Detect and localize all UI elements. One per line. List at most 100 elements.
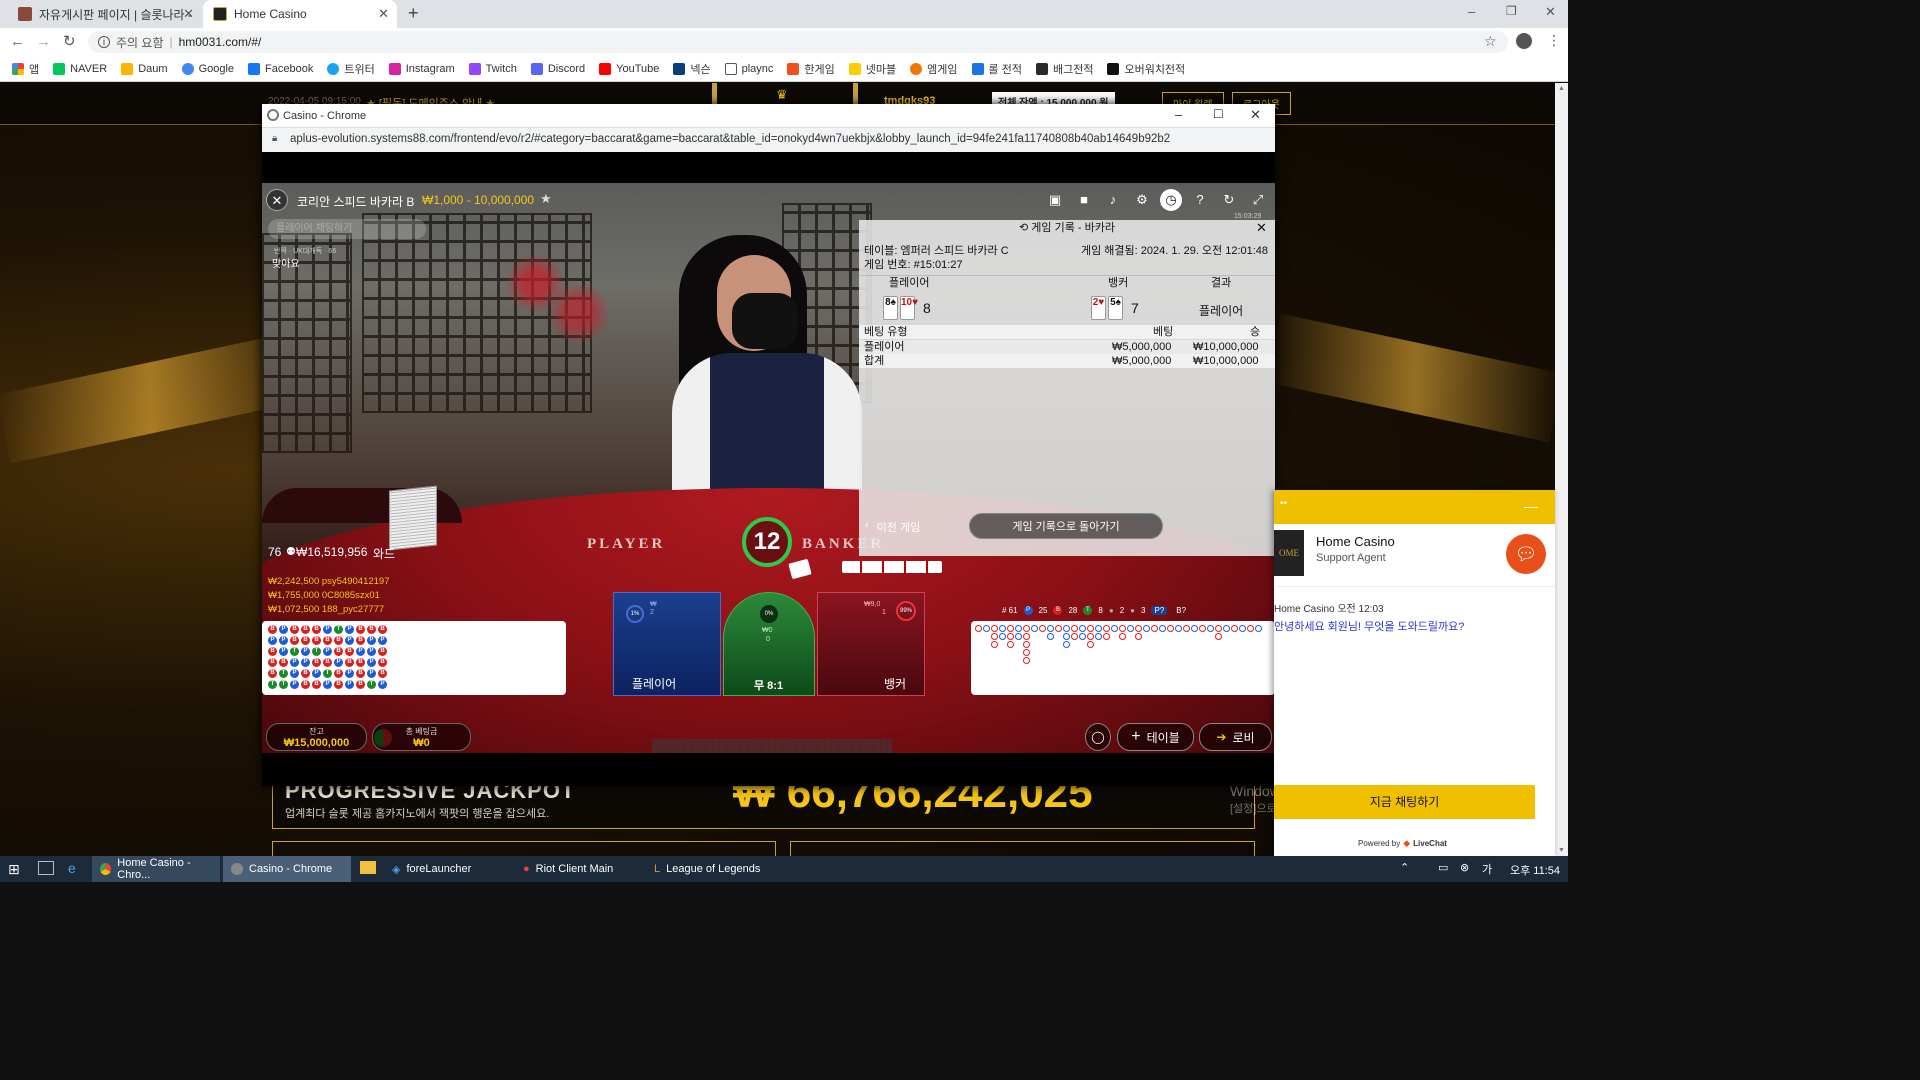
file-explorer-icon[interactable] [360, 861, 376, 874]
internet-explorer-icon[interactable]: e [68, 860, 76, 876]
start-chat-button[interactable]: 지금 채팅하기 [1274, 785, 1535, 819]
big-road-cell [1111, 625, 1118, 632]
bead-road-cell: P [345, 680, 354, 689]
big-road-board[interactable] [971, 621, 1275, 695]
bookmark-lol-stats[interactable]: 롤 전적 [971, 61, 1022, 77]
close-tab-icon[interactable]: ✕ [378, 6, 389, 22]
exit-game-close-icon[interactable]: ✕ [266, 189, 288, 211]
tab-home-casino[interactable]: Home Casino ✕ [203, 0, 397, 28]
bead-road-cell: B [312, 658, 321, 667]
popup-minimize-icon[interactable]: – [1175, 107, 1182, 122]
bookmark-naver[interactable]: NAVER [53, 62, 107, 75]
bookmark-nexon[interactable]: 넥슨 [673, 61, 711, 77]
youtube-icon [599, 62, 612, 75]
tab-slot-board[interactable]: 자유게시판 페이지 | 슬롯나라 - ✕ [8, 0, 202, 28]
bookmark-apps[interactable]: 앱 [12, 61, 39, 77]
lock-icon[interactable]: 🔒︎ [272, 133, 277, 144]
reload-icon[interactable]: ↻ [63, 32, 76, 50]
lobby-button[interactable]: ➔ 로비 [1199, 723, 1272, 751]
settings-gear-icon[interactable]: ⚙ [1131, 189, 1153, 211]
close-window-icon[interactable]: ✕ [1545, 4, 1556, 20]
windows-start-icon[interactable]: ⊞ [8, 861, 20, 878]
table-limits: ₩1,000 - 10,000,000 [422, 193, 535, 207]
chat-bubble-button[interactable]: ◯ [1085, 723, 1111, 751]
help-icon[interactable]: ? [1189, 189, 1211, 211]
bookmark-overwatch-stats[interactable]: 오버워치전적 [1107, 61, 1185, 77]
video-camera-icon[interactable]: ■ [1073, 189, 1095, 211]
bookmark-mgame[interactable]: 엠게임 [910, 61, 958, 77]
bookmark-daum[interactable]: Daum [121, 62, 168, 75]
popup-close-icon[interactable]: ✕ [1250, 107, 1261, 123]
taskbar-item[interactable]: Home Casino - Chro... [92, 856, 220, 882]
new-tab-button[interactable]: + [408, 3, 419, 24]
bookmark-plaync[interactable]: plaync [724, 62, 773, 75]
favorite-star-icon[interactable]: ★ [540, 191, 552, 207]
minimize-chat-icon[interactable]: — [1524, 498, 1538, 514]
popup-maximize-icon[interactable]: ☐ [1213, 107, 1224, 121]
close-tab-icon[interactable]: ✕ [183, 6, 194, 22]
banker-ask-button[interactable]: B? [1173, 605, 1190, 615]
bead-road-cell: B [301, 680, 310, 689]
plaync-icon [724, 62, 737, 75]
volume-mute-icon[interactable]: ⊗ [1460, 861, 1469, 874]
big-road-cell [1231, 625, 1238, 632]
prev-game-button[interactable]: ‹ 이전 게임 [865, 519, 920, 535]
tie-bettors: 0 [766, 636, 770, 643]
bookmark-twitch[interactable]: Twitch [468, 62, 517, 75]
popup-addressbar: 🔒︎ aplus-evolution.systems88.com/fronten… [262, 128, 1275, 152]
forward-icon[interactable]: → [36, 33, 51, 50]
sound-mute-icon[interactable]: ♪ [1102, 189, 1124, 211]
big-road-cell [1199, 625, 1206, 632]
tie-bet-label: 무 8:1 [754, 680, 784, 692]
taskbar-item[interactable]: ● Riot Client Main [515, 856, 643, 882]
history-clock-icon[interactable]: ◷ [1160, 189, 1182, 211]
bookmark-google[interactable]: Google [181, 62, 234, 75]
network-icon[interactable]: ▭ [1438, 861, 1448, 874]
back-icon[interactable]: ← [10, 33, 25, 50]
tray-chevron-icon[interactable]: ⌃ [1400, 861, 1409, 874]
omnibox[interactable]: i 주의 요함 | hm0031.com/#/ [88, 31, 1508, 53]
banker-bet-spot[interactable]: ₩9,0 1 99% 뱅커 [817, 592, 925, 696]
livechat-dots-icon[interactable]: •• [1280, 498, 1287, 509]
fullscreen-icon[interactable]: ⤢ [1247, 189, 1269, 211]
bookmark-hangame[interactable]: 한게임 [787, 61, 835, 77]
site-favicon-icon [18, 7, 32, 21]
page-scrollbar[interactable]: ▲ ▼ [1555, 83, 1568, 856]
bookmark-facebook[interactable]: Facebook [248, 62, 313, 75]
ime-icon[interactable]: 가 [1482, 861, 1492, 877]
info-icon[interactable]: i [98, 36, 110, 48]
bead-road-cell: P [301, 658, 310, 667]
bookmark-netmarble[interactable]: 넷마블 [848, 61, 896, 77]
bookmark-twitter[interactable]: 트위터 [327, 61, 375, 77]
chat-bubble-icon: ◯ [1091, 730, 1105, 744]
livechat-powered-by[interactable]: Powered by ◆ LiveChat [1358, 838, 1447, 849]
bookmark-youtube[interactable]: YouTube [599, 62, 659, 75]
menu-kebab-icon[interactable]: ⋮ [1547, 32, 1561, 49]
taskbar-item[interactable]: L League of Legends [646, 856, 774, 882]
close-history-icon[interactable]: ✕ [1256, 220, 1267, 236]
taskbar-item[interactable]: Casino - Chrome [223, 856, 351, 882]
chat-toggle-icon[interactable]: ▣ [1044, 189, 1066, 211]
bookmark-pubg-stats[interactable]: 배그전적 [1035, 61, 1093, 77]
chat-bubble-icon[interactable]: 💬︎ [1506, 534, 1546, 574]
jackpot-banner: PROGRESSIVE JACKPOT 업계최다 슬롯 제공 홈카지노에서 잭팟… [272, 768, 1255, 829]
tie-bet-spot[interactable]: 0% ₩0 0 무 8:1 [723, 592, 815, 696]
taskbar-item[interactable]: ◈ foreLauncher [384, 856, 512, 882]
profile-avatar-icon[interactable] [1516, 33, 1532, 49]
bookmark-discord[interactable]: Discord [530, 62, 585, 75]
refresh-stream-icon[interactable]: ↻ [1218, 189, 1240, 211]
chat-input[interactable]: 플레이어 채팅하기 [268, 219, 426, 239]
bookmark-star-icon[interactable]: ☆ [1484, 33, 1497, 50]
task-view-icon[interactable] [38, 861, 54, 875]
bookmark-instagram[interactable]: Instagram [388, 62, 455, 75]
player-bet-spot[interactable]: 1% ₩ 2 플레이어 [613, 592, 721, 696]
player-ask-button[interactable]: P? [1151, 605, 1168, 615]
bet-row: 플레이어 ₩5,000,000 ₩10,000,000 [859, 340, 1275, 354]
bead-road-board[interactable]: BPBBBPTPBBBPPBBBBBPBPPBPTPTPBBPPBBBPPBBP… [262, 621, 566, 695]
bead-road-cell: B [378, 669, 387, 678]
minimize-window-icon[interactable]: – [1468, 4, 1475, 19]
add-table-button[interactable]: + 테이블 [1117, 723, 1194, 751]
back-to-history-button[interactable]: 게임 기록으로 돌아가기 [969, 513, 1163, 539]
bead-road-cell: B [334, 636, 343, 645]
restore-window-icon[interactable]: ❐ [1506, 4, 1517, 18]
